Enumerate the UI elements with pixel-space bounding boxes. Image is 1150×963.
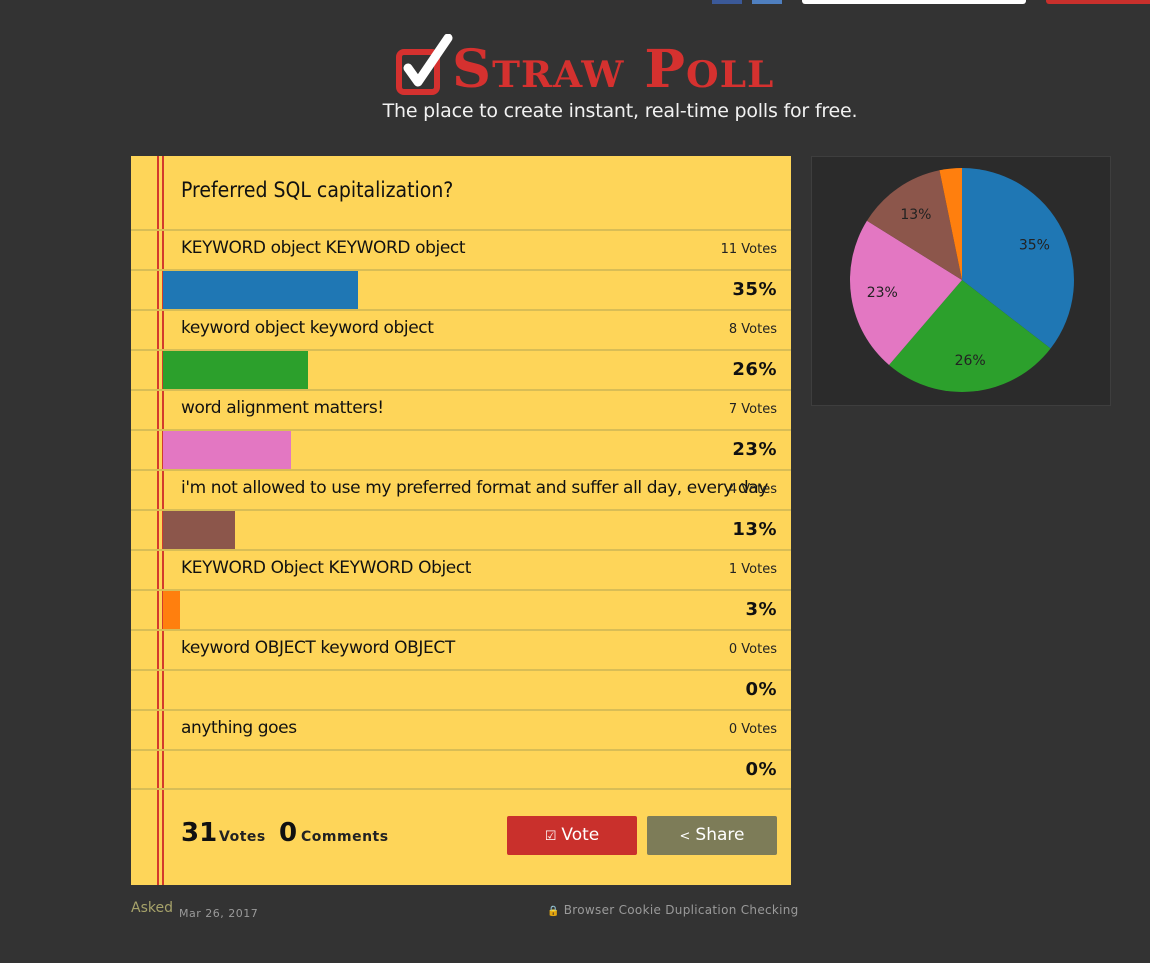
- poll-question: Preferred SQL capitalization?: [181, 178, 454, 202]
- option-percent: 23%: [732, 439, 777, 460]
- lock-icon: 🔒: [547, 906, 560, 917]
- poll-card: Preferred SQL capitalization? KEYWORD ob…: [131, 156, 791, 885]
- option-row[interactable]: anything goes 0 Votes: [131, 709, 791, 751]
- duplication-check: 🔒 Browser Cookie Duplication Checking: [547, 903, 799, 917]
- option-percent: 0%: [745, 679, 777, 700]
- asked-label: Asked: [131, 900, 173, 916]
- option-label: word alignment matters!: [181, 398, 384, 418]
- logo[interactable]: Straw Poll: [396, 34, 856, 98]
- tagline: The place to create instant, real-time p…: [382, 100, 858, 122]
- twitter-button[interactable]: [752, 0, 782, 4]
- facebook-button[interactable]: [712, 0, 742, 4]
- divider: [131, 788, 791, 790]
- option-label: keyword OBJECT keyword OBJECT: [181, 638, 455, 658]
- brand-name: Straw Poll: [452, 39, 775, 100]
- share-button[interactable]: < Share: [647, 816, 777, 855]
- checkbox-icon: ☑: [544, 829, 557, 844]
- option-row[interactable]: i'm not allowed to use my preferred form…: [131, 469, 791, 511]
- option-result-row: 13%: [131, 509, 791, 551]
- pie-slice-label: 26%: [955, 353, 986, 369]
- option-percent: 0%: [745, 759, 777, 780]
- checkbox-logo-icon: [396, 34, 453, 95]
- votes-label: Votes: [219, 829, 266, 845]
- create-poll-button[interactable]: [1046, 0, 1150, 4]
- option-label: anything goes: [181, 718, 297, 738]
- vote-button[interactable]: ☑ Vote: [507, 816, 637, 855]
- option-label: KEYWORD Object KEYWORD Object: [181, 558, 472, 578]
- total-votes-count: 31: [181, 818, 218, 848]
- option-row[interactable]: word alignment matters! 7 Votes: [131, 389, 791, 431]
- option-result-row: 0%: [131, 669, 791, 711]
- option-votes: 7 Votes: [728, 402, 777, 417]
- option-percent: 13%: [732, 519, 777, 540]
- search-input[interactable]: [802, 0, 1026, 4]
- option-votes: 1 Votes: [728, 562, 777, 577]
- result-bar: [163, 271, 358, 309]
- vote-button-label: Vote: [561, 825, 600, 845]
- option-result-row: 26%: [131, 349, 791, 391]
- comments-label[interactable]: Comments: [301, 829, 389, 845]
- result-bar: [163, 511, 235, 549]
- pie-slice-label: 23%: [867, 285, 898, 301]
- option-percent: 35%: [732, 279, 777, 300]
- share-button-label: Share: [695, 825, 745, 845]
- result-bar: [163, 351, 308, 389]
- option-percent: 3%: [745, 599, 777, 620]
- option-result-row: 23%: [131, 429, 791, 471]
- option-row[interactable]: KEYWORD Object KEYWORD Object 1 Votes: [131, 549, 791, 591]
- option-result-row: 0%: [131, 749, 791, 791]
- pie-slice-label: 13%: [900, 207, 931, 223]
- pie-chart-panel: 35% 26% 23% 13%: [811, 156, 1111, 406]
- result-bar: [163, 591, 180, 629]
- option-row[interactable]: KEYWORD object KEYWORD object 11 Votes: [131, 229, 791, 271]
- option-label: i'm not allowed to use my preferred form…: [181, 478, 768, 498]
- pie-chart: 35% 26% 23% 13%: [850, 168, 1074, 393]
- option-votes: 11 Votes: [720, 242, 777, 257]
- option-label: keyword object keyword object: [181, 318, 434, 338]
- share-icon: <: [679, 829, 691, 844]
- option-result-row: 35%: [131, 269, 791, 311]
- option-label: KEYWORD object KEYWORD object: [181, 238, 466, 258]
- option-votes: 0 Votes: [728, 722, 777, 737]
- poll-date: Mar 26, 2017: [179, 907, 259, 920]
- option-percent: 26%: [732, 359, 777, 380]
- pie-slice-label: 35%: [1019, 237, 1050, 253]
- comments-count: 0: [279, 818, 298, 848]
- option-row[interactable]: keyword OBJECT keyword OBJECT 0 Votes: [131, 629, 791, 671]
- result-bar: [163, 431, 291, 469]
- option-votes: 8 Votes: [728, 322, 777, 337]
- option-votes: 4 Votes: [728, 482, 777, 497]
- option-row[interactable]: keyword object keyword object 8 Votes: [131, 309, 791, 351]
- option-votes: 0 Votes: [728, 642, 777, 657]
- duplication-check-label: Browser Cookie Duplication Checking: [563, 903, 799, 917]
- option-result-row: 3%: [131, 589, 791, 631]
